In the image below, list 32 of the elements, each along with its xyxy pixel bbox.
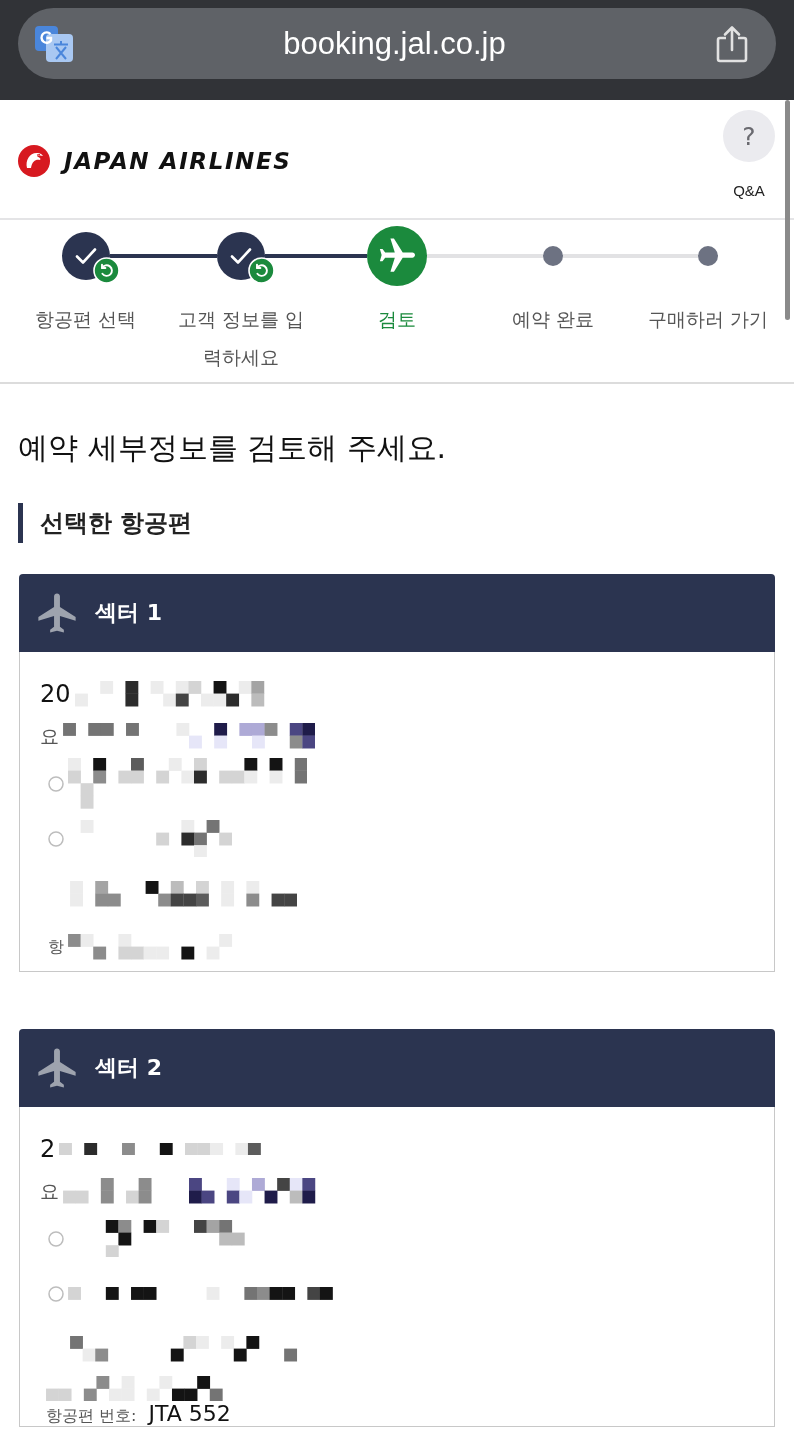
page-title: 예약 세부정보를 검토해 주세요. <box>18 429 448 467</box>
help-button[interactable]: ? <box>723 110 775 162</box>
step-label: 고객 정보를 입력하세요 <box>177 307 306 370</box>
airplane-icon <box>37 593 77 633</box>
step-label: 구매하러 가기 <box>648 307 769 332</box>
step-label: 검토 <box>378 307 416 332</box>
address-bar[interactable]: booking.jal.co.jp <box>18 8 776 79</box>
flight-number-label: 항공편 번호: <box>46 1405 137 1428</box>
step-label: 예약 완료 <box>511 307 594 332</box>
airplane-icon <box>379 238 415 274</box>
sector-title: 섹터 2 <box>95 1054 162 1082</box>
flight-date: 20 <box>40 679 71 709</box>
translate-icon[interactable] <box>35 25 73 62</box>
check-icon <box>74 247 97 265</box>
check-icon <box>230 247 253 265</box>
share-icon[interactable] <box>716 24 748 63</box>
qa-link[interactable]: Q&A <box>733 182 765 200</box>
flight-date: 2 <box>40 1134 56 1164</box>
scrollbar-thumb[interactable] <box>785 100 790 320</box>
fare-label: 요 <box>40 1179 59 1204</box>
step-label: 항공편 선택 <box>35 307 137 332</box>
airplane-icon <box>37 1048 77 1088</box>
flight-number: JTA 552 <box>148 1401 231 1428</box>
sector-title: 섹터 1 <box>95 599 162 627</box>
radio-circle-icon <box>48 775 64 792</box>
crane-logo-icon <box>18 145 50 177</box>
fare-label: 요 <box>40 724 59 749</box>
radio-circle-icon <box>48 1230 64 1247</box>
section-heading: 선택한 항공편 <box>18 503 776 543</box>
radio-circle-icon <box>48 830 64 847</box>
flight-number-label: 항 <box>48 936 64 958</box>
radio-circle-icon <box>48 1285 64 1302</box>
